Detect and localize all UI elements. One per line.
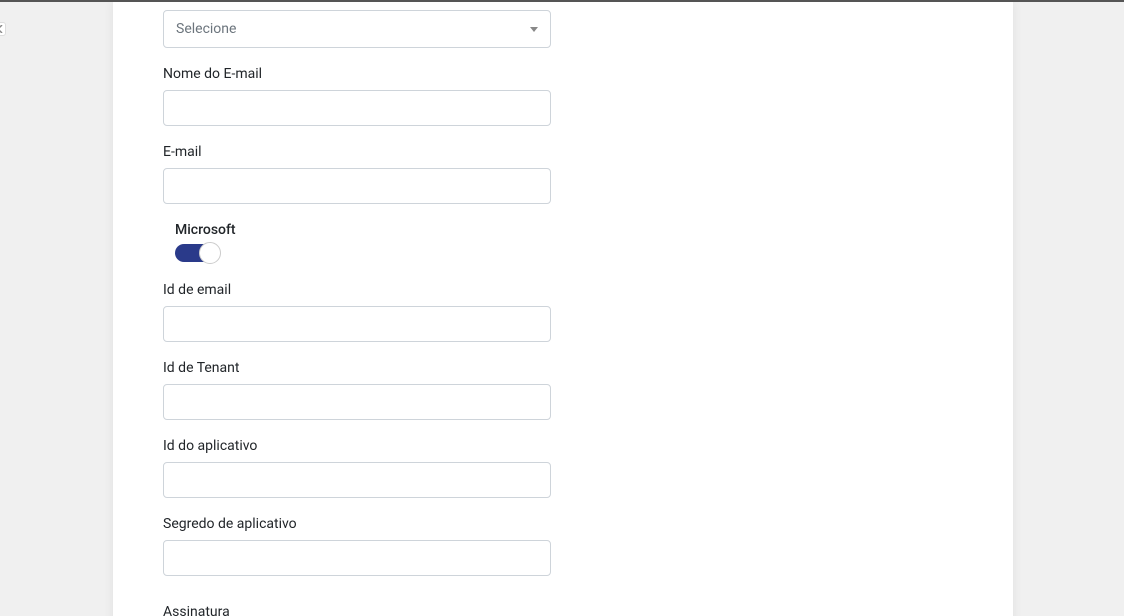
email-group: E-mail bbox=[163, 144, 551, 204]
nome-email-group: Nome do E-mail bbox=[163, 66, 551, 126]
id-app-group: Id do aplicativo bbox=[163, 438, 551, 498]
microsoft-toggle[interactable] bbox=[175, 244, 219, 262]
id-tenant-group: Id de Tenant bbox=[163, 360, 551, 420]
app-secret-group: Segredo de aplicativo bbox=[163, 516, 551, 576]
nome-email-label: Nome do E-mail bbox=[163, 66, 551, 82]
chevron-down-icon bbox=[530, 27, 538, 32]
microsoft-toggle-row: Microsoft bbox=[175, 222, 551, 266]
select-group: Selecione bbox=[163, 10, 551, 48]
id-email-group: Id de email bbox=[163, 282, 551, 342]
form-column: Selecione Nome do E-mail E-mail Microsof… bbox=[163, 2, 551, 616]
page-wrap: Selecione Nome do E-mail E-mail Microsof… bbox=[0, 0, 1124, 616]
id-email-label: Id de email bbox=[163, 282, 551, 298]
microsoft-label: Microsoft bbox=[175, 222, 551, 238]
nome-email-input[interactable] bbox=[163, 90, 551, 126]
email-label: E-mail bbox=[163, 144, 551, 160]
select-placeholder: Selecione bbox=[176, 21, 236, 37]
select-dropdown[interactable]: Selecione bbox=[163, 10, 551, 48]
chevron-left-icon bbox=[0, 25, 3, 33]
toggle-knob bbox=[199, 242, 221, 264]
email-input[interactable] bbox=[163, 168, 551, 204]
id-tenant-label: Id de Tenant bbox=[163, 360, 551, 376]
sidebar-collapse-handle[interactable] bbox=[0, 22, 6, 36]
id-tenant-input[interactable] bbox=[163, 384, 551, 420]
id-email-input[interactable] bbox=[163, 306, 551, 342]
form-card: Selecione Nome do E-mail E-mail Microsof… bbox=[113, 2, 1013, 616]
signature-title: Assinatura bbox=[163, 604, 551, 616]
app-secret-input[interactable] bbox=[163, 540, 551, 576]
id-app-label: Id do aplicativo bbox=[163, 438, 551, 454]
id-app-input[interactable] bbox=[163, 462, 551, 498]
app-secret-label: Segredo de aplicativo bbox=[163, 516, 551, 532]
